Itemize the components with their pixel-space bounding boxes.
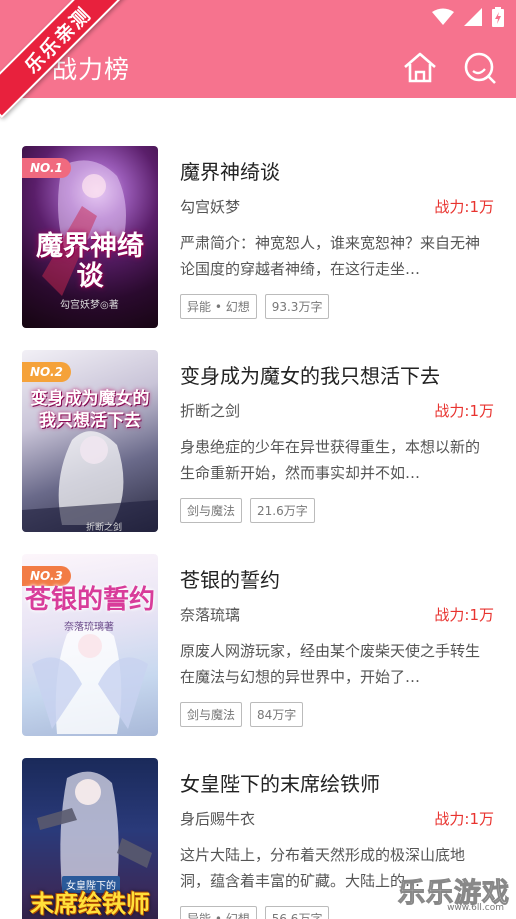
book-cover[interactable]: NO.1 魔界神绮谈 勾宫妖梦◎著 — [22, 146, 158, 328]
book-description: 严肃简介：神宽恕人，谁来宽恕神？来自无神论国度的穿越者神绮，在这行走坐… — [180, 234, 481, 278]
book-cover[interactable]: NO.3 苍银的誓约 奈落琉璃著 — [22, 554, 158, 736]
wifi-icon — [432, 8, 454, 25]
power-value: 战力:1万 — [434, 810, 494, 828]
book-author: 勾宫妖梦 — [180, 198, 241, 216]
cover-author: 折断之剑 — [86, 523, 123, 532]
genre-tag: 剑与魔法 — [180, 702, 243, 727]
tag-list: 剑与魔法 84万字 — [180, 702, 304, 727]
tag-list: 剑与魔法 21.6万字 — [180, 498, 315, 523]
list-item[interactable]: NO.1 魔界神绮谈 勾宫妖梦◎著 魔界神绮谈 勾宫妖梦 战力:1万 严肃简介：… — [0, 146, 516, 336]
cover-title: 变身成为魔女的我只想活下去 — [30, 389, 150, 431]
book-title[interactable]: 变身成为魔女的我只想活下去 — [180, 360, 440, 389]
book-cover[interactable]: 女皇陛下的 末席绘铁师 — [22, 758, 158, 919]
home-icon[interactable] — [400, 48, 440, 88]
book-cover[interactable]: NO.2 变身成为魔女的我只想活下去 折断之剑 — [22, 350, 158, 532]
genre-tag: 异能 • 幻想 — [180, 294, 257, 319]
cover-author: 勾宫妖梦◎著 — [60, 300, 119, 311]
list-item[interactable]: NO.3 苍银的誓约 奈落琉璃著 苍银的誓约 奈落琉璃 战力:1万 原废人网游玩… — [0, 554, 516, 744]
genre-tag: 异能 • 幻想 — [180, 906, 257, 919]
book-title[interactable]: 女皇陛下的末席绘铁师 — [180, 768, 380, 797]
rank-badge: NO.1 — [22, 158, 71, 178]
book-author: 奈落琉璃 — [180, 606, 241, 624]
cover-title: 苍银的誓约 — [24, 585, 155, 615]
signal-icon — [464, 8, 482, 26]
watermark-url: www.6ll.com — [447, 903, 504, 913]
watermark: 乐乐游戏 www.6ll.com — [360, 871, 510, 915]
rank-badge: NO.3 — [22, 566, 71, 586]
cover-author: 奈落琉璃著 — [64, 622, 114, 633]
book-author: 身后赐牛衣 — [180, 810, 256, 828]
power-value: 战力:1万 — [434, 606, 494, 624]
book-title[interactable]: 魔界神绮谈 — [180, 156, 280, 185]
power-value: 战力:1万 — [434, 402, 494, 420]
tag-list: 异能 • 幻想 93.3万字 — [180, 294, 330, 319]
genre-tag: 剑与魔法 — [180, 498, 243, 523]
book-description: 身患绝症的少年在异世获得重生，本想以新的生命重新开始，然而事实却并不如… — [180, 438, 481, 482]
status-bar — [432, 6, 504, 28]
book-title[interactable]: 苍银的誓约 — [180, 564, 280, 593]
power-value: 战力:1万 — [434, 198, 494, 216]
word-count-tag: 21.6万字 — [250, 498, 315, 523]
search-icon[interactable] — [460, 48, 500, 88]
toolbar: 战力榜 — [0, 40, 516, 94]
tag-list: 异能 • 幻想 56.6万字 — [180, 906, 330, 919]
word-count-tag: 56.6万字 — [264, 906, 330, 919]
book-description: 原废人网游玩家，经由某个废柴天使之手转生在魔法与幻想的异世界中，开始了… — [180, 642, 481, 686]
list-item[interactable]: NO.2 变身成为魔女的我只想活下去 折断之剑 变身成为魔女的我只想活下去 折断… — [0, 350, 516, 540]
cover-title: 末席绘铁师 — [30, 890, 150, 918]
word-count-tag: 93.3万字 — [264, 294, 330, 319]
rank-badge: NO.2 — [22, 362, 71, 382]
battery-icon — [492, 7, 504, 27]
word-count-tag: 84万字 — [250, 702, 304, 727]
book-author: 折断之剑 — [180, 402, 241, 420]
cover-title: 魔界神绮谈 — [36, 231, 144, 292]
